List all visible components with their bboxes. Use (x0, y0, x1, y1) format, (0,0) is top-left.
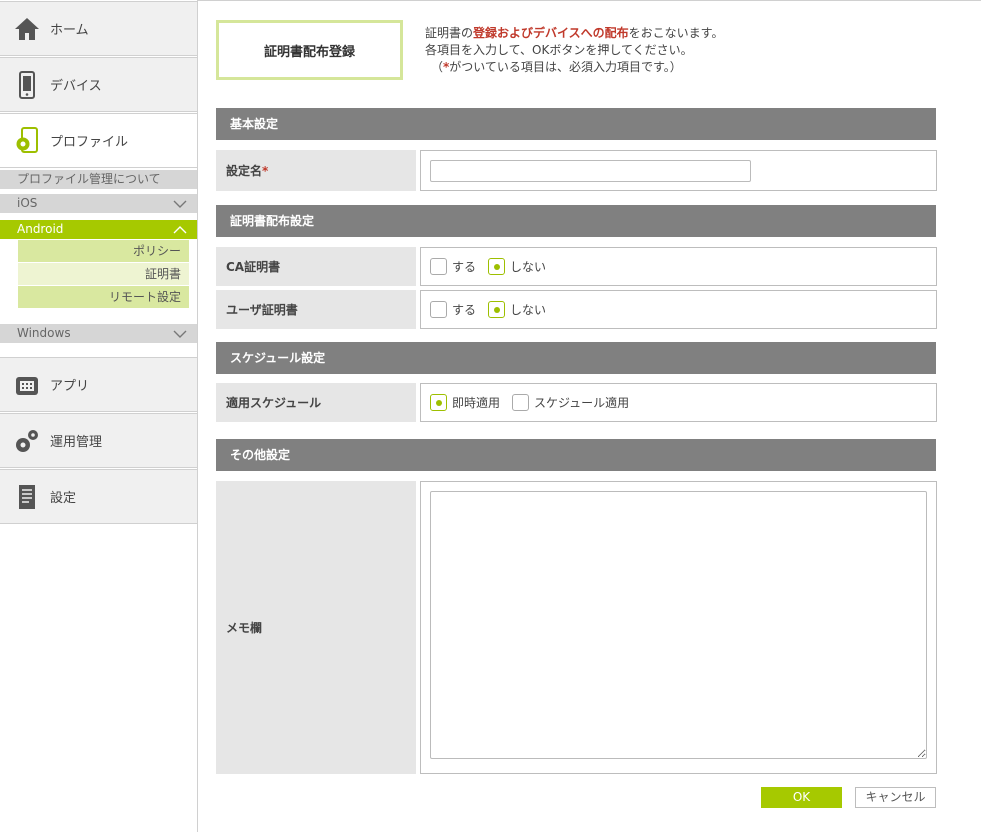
ca-cert-label: CA証明書 (216, 247, 416, 286)
ca-cert-option-no[interactable]: しない (488, 258, 546, 275)
sidebar-android-remote-settings[interactable]: リモート設定 (18, 286, 189, 308)
sidebar-android-policy[interactable]: ポリシー (18, 240, 189, 262)
home-icon (12, 14, 42, 44)
user-cert-option-yes[interactable]: する (430, 301, 476, 318)
sidebar-android-item-label: 証明書 (144, 267, 181, 281)
sidebar-item-profile[interactable]: プロファイル (0, 113, 197, 168)
sidebar-item-label: 運用管理 (50, 435, 103, 450)
user-cert-label: ユーザ証明書 (216, 290, 416, 329)
user-cert-option-no[interactable]: しない (488, 301, 546, 318)
sidebar-item-label: アプリ (50, 379, 90, 394)
schedule-option-scheduled[interactable]: スケジュール適用 (512, 394, 629, 411)
section-cert-distribution: 証明書配布設定 (216, 205, 936, 237)
check-dot-icon (435, 399, 442, 406)
sidebar-item-label: デバイス (50, 79, 102, 94)
sidebar-item-label: ホーム (50, 23, 89, 38)
checkbox-checked[interactable] (430, 394, 447, 411)
option-label: 即時適用 (452, 396, 501, 410)
sidebar-subitem-ios[interactable]: iOS (0, 194, 197, 213)
option-label: スケジュール適用 (534, 396, 630, 410)
setting-name-label: 設定名 * (216, 150, 416, 191)
option-label: しない (510, 303, 547, 317)
section-schedule-settings: スケジュール設定 (216, 342, 936, 374)
user-cert-cell: する しない (420, 290, 937, 329)
checkbox[interactable] (512, 394, 530, 411)
sidebar-subitem-label: Windows (17, 326, 71, 340)
intro-text: （ (431, 60, 444, 74)
sidebar-item-operations[interactable]: 運用管理 (0, 413, 197, 468)
setting-name-input[interactable] (430, 159, 751, 182)
sidebar-subitem-label: プロファイル管理について (17, 172, 161, 186)
schedule-option-immediate[interactable]: 即時適用 (430, 394, 500, 411)
section-other-settings: その他設定 (216, 439, 936, 471)
required-mark: * (262, 163, 269, 178)
apps-icon (12, 370, 42, 400)
check-dot-icon (493, 263, 500, 270)
option-label: しない (510, 260, 547, 274)
sidebar-item-device[interactable]: デバイス (0, 57, 197, 112)
sidebar-item-label: プロファイル (50, 135, 129, 150)
intro-line-1: 証明書の登録およびデバイスへの配布をおこないます。 (425, 25, 723, 42)
sidebar-android-certificate[interactable]: 証明書 (18, 263, 189, 285)
document-icon (12, 482, 42, 512)
ok-button[interactable]: OK (761, 787, 842, 808)
sidebar-android-item-label: リモート設定 (108, 290, 181, 304)
checkbox-checked[interactable] (488, 301, 506, 318)
cancel-button[interactable]: キャンセル (855, 787, 936, 808)
label-text: 設定名 (226, 164, 263, 178)
intro-text: 証明書の (425, 26, 474, 40)
chevron-down-icon (173, 324, 187, 349)
page-title: 証明書配布登録 (216, 20, 403, 80)
intro-highlight: 登録およびデバイスへの配布 (473, 26, 629, 40)
memo-label: メモ欄 (216, 481, 416, 774)
intro-text: がついている項目は、必須入力項目です。） (449, 60, 682, 74)
memo-textarea[interactable] (430, 491, 927, 759)
sidebar-subitem-android[interactable]: Android (0, 220, 197, 239)
checkbox[interactable] (430, 258, 447, 275)
page-title-text: 証明書配布登録 (263, 44, 355, 60)
sidebar-item-apps[interactable]: アプリ (0, 357, 197, 412)
option-label: する (452, 260, 477, 274)
ca-cert-option-yes[interactable]: する (430, 258, 476, 275)
sidebar-item-label: 設定 (50, 491, 77, 506)
sidebar-subitem-label: Android (17, 222, 64, 236)
profile-gear-icon (12, 126, 42, 156)
checkbox[interactable] (430, 301, 447, 318)
page-intro: 証明書の登録およびデバイスへの配布をおこないます。 各項目を入力して、OKボタン… (425, 25, 723, 76)
sidebar-item-home[interactable]: ホーム (0, 1, 197, 56)
apply-schedule-label: 適用スケジュール (216, 383, 416, 422)
sidebar-subitem-label: iOS (17, 196, 38, 210)
ca-cert-cell: する しない (420, 247, 937, 286)
sidebar-item-settings[interactable]: 設定 (0, 469, 197, 524)
sidebar-subitem-profile-about[interactable]: プロファイル管理について (0, 170, 197, 189)
apply-schedule-cell: 即時適用 スケジュール適用 (420, 383, 937, 422)
intro-line-2: 各項目を入力して、OKボタンを押してください。 (425, 43, 693, 57)
sidebar: ホーム デバイス プロファイル プロファイル管理について iOS Android… (0, 0, 198, 832)
top-border (197, 0, 981, 1)
option-label: する (452, 303, 477, 317)
gears-icon (12, 426, 42, 456)
chevron-down-icon (173, 194, 187, 219)
sidebar-android-item-label: ポリシー (132, 244, 181, 258)
check-dot-icon (493, 306, 500, 313)
section-basic-settings: 基本設定 (216, 108, 936, 140)
intro-line-3: （*がついている項目は、必須入力項目です。） (425, 59, 723, 76)
intro-text: をおこないます。 (628, 26, 724, 40)
sidebar-subitem-windows[interactable]: Windows (0, 324, 197, 343)
setting-name-cell (420, 150, 937, 191)
smartphone-icon (12, 70, 42, 100)
checkbox-checked[interactable] (488, 258, 506, 275)
